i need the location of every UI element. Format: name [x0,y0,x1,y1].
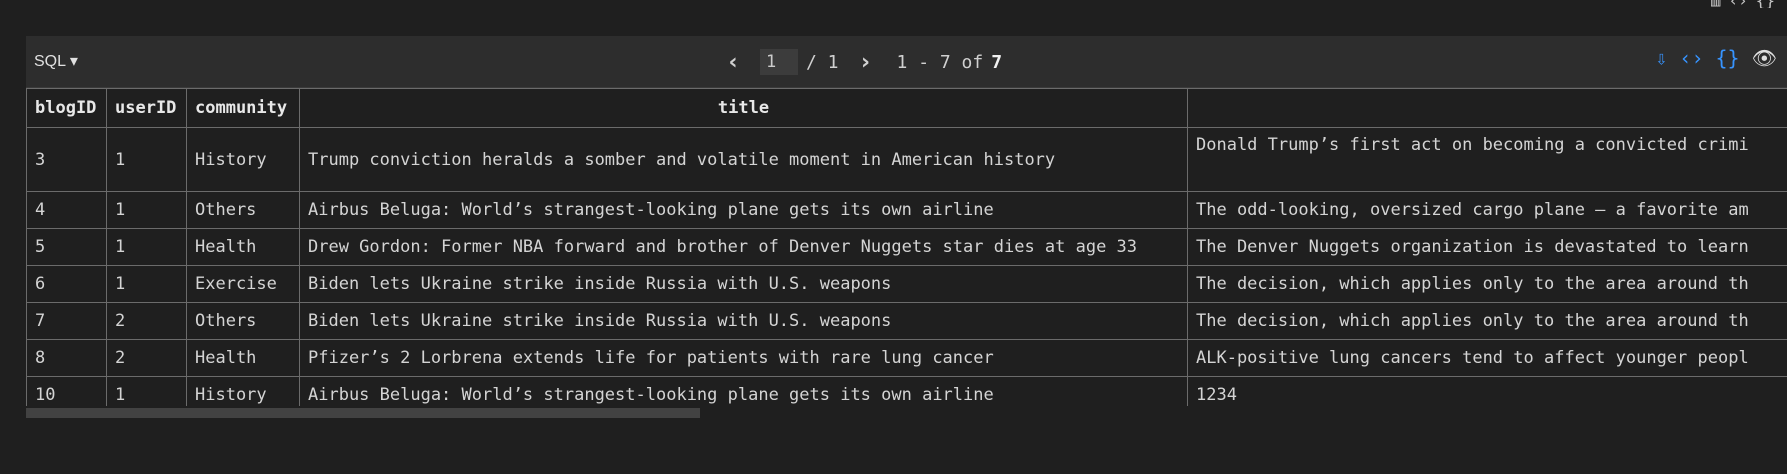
cell-blogid[interactable]: 10 [26,376,107,406]
cell-content[interactable]: The Denver Nuggets organization is devas… [1187,228,1787,266]
results-grid: blogID userID community title 3 1 History T… [26,88,1787,406]
results-table: blogID userID community title 3 1 History T… [26,88,1787,406]
page-total: / 1 [806,51,839,73]
table-row: 7 2 Others Biden lets Ukraine strike inside… [26,302,1787,340]
preview-eye-icon[interactable]: 👁 [1752,46,1777,70]
cell-title[interactable]: Trump conviction heralds a somber and vo… [299,127,1188,192]
cell-blogid[interactable]: 3 [26,127,107,192]
table-row: 10 1 History Airbus Beluga: World’s strange… [26,376,1787,406]
table-row: 5 1 Health Drew Gordon: Former NBA forward … [26,228,1787,266]
cell-blogid[interactable]: 7 [26,302,107,340]
export-tools: ⇩ ‹› {} 👁 [1655,46,1777,70]
cell-blogid[interactable]: 5 [26,228,107,266]
cell-title[interactable]: Airbus Beluga: World’s strangest-looking… [299,376,1188,406]
cell-community[interactable]: Others [186,191,300,229]
cell-userid[interactable]: 1 [106,127,187,192]
cell-community[interactable]: Health [186,339,300,377]
table-row: 6 1 Exercise Biden lets Ukraine strike insi… [26,265,1787,303]
cell-community[interactable]: Exercise [186,265,300,303]
page-number-input[interactable] [760,49,798,75]
cell-userid[interactable]: 1 [106,376,187,406]
language-label: SQL [34,53,66,70]
cell-content[interactable]: 1234 [1187,376,1787,406]
cell-title[interactable]: Drew Gordon: Former NBA forward and brot… [299,228,1188,266]
header-row: blogID userID community title [26,88,1787,128]
cell-title[interactable]: Biden lets Ukraine strike inside Russia … [299,302,1188,340]
table-row: 4 1 Others Airbus Beluga: World’s strangest… [26,191,1787,229]
braces-icon[interactable]: {} [1756,0,1775,8]
cell-title[interactable]: Airbus Beluga: World’s strangest-looking… [299,191,1188,229]
chevron-down-icon: ▾ [69,53,78,70]
cell-community[interactable]: History [186,127,300,192]
export-json-icon[interactable]: {} [1716,46,1740,70]
cell-content[interactable]: The decision, which applies only to the … [1187,265,1787,303]
cell-blogid[interactable]: 8 [26,339,107,377]
export-code-icon[interactable]: ‹› [1679,46,1703,70]
cell-blogid[interactable]: 6 [26,265,107,303]
language-dropdown[interactable]: SQL ▾ [34,51,78,71]
next-page-icon[interactable]: › [853,50,879,75]
column-header-content[interactable] [1187,88,1787,128]
table-row: 8 2 Health Pfizer’s 2 Lorbrena extends life… [26,339,1787,377]
results-toolbar: SQL ▾ ‹ / 1 › 1 - 7 of 7 ⇩ ‹› {} 👁 [26,36,1787,88]
horizontal-scrollbar[interactable] [26,408,700,418]
cell-community[interactable]: Others [186,302,300,340]
cell-blogid[interactable]: 4 [26,191,107,229]
row-count: 7 [991,51,1003,73]
table-icon[interactable]: ▥ [1711,0,1721,8]
cell-title[interactable]: Pfizer’s 2 Lorbrena extends life for pat… [299,339,1188,377]
cell-content[interactable]: The odd-looking, oversized cargo plane —… [1187,191,1787,229]
row-range: 1 - 7 of [896,51,984,73]
cell-userid[interactable]: 2 [106,302,187,340]
column-header-blogid[interactable]: blogID [26,88,107,128]
cell-userid[interactable]: 1 [106,228,187,266]
cell-userid[interactable]: 1 [106,265,187,303]
prev-page-icon[interactable]: ‹ [720,50,746,75]
cell-content[interactable]: Donald Trump’s first act on becoming a c… [1187,127,1787,192]
column-header-userid[interactable]: userID [106,88,187,128]
cell-community[interactable]: History [186,376,300,406]
top-icon-bar: ▥ ‹› {} [1711,0,1775,8]
table-row: 3 1 History Trump conviction heralds a somb… [26,127,1787,192]
cell-content[interactable]: The decision, which applies only to the … [1187,302,1787,340]
pagination: ‹ / 1 › 1 - 7 of 7 [720,46,1002,78]
column-header-community[interactable]: community [186,88,300,128]
cell-community[interactable]: Health [186,228,300,266]
column-header-title[interactable]: title [299,88,1188,128]
cell-content[interactable]: ALK-positive lung cancers tend to affect… [1187,339,1787,377]
cell-title[interactable]: Biden lets Ukraine strike inside Russia … [299,265,1188,303]
cell-userid[interactable]: 1 [106,191,187,229]
code-icon[interactable]: ‹› [1728,0,1747,8]
export-table-icon[interactable]: ⇩ [1655,46,1667,70]
cell-userid[interactable]: 2 [106,339,187,377]
